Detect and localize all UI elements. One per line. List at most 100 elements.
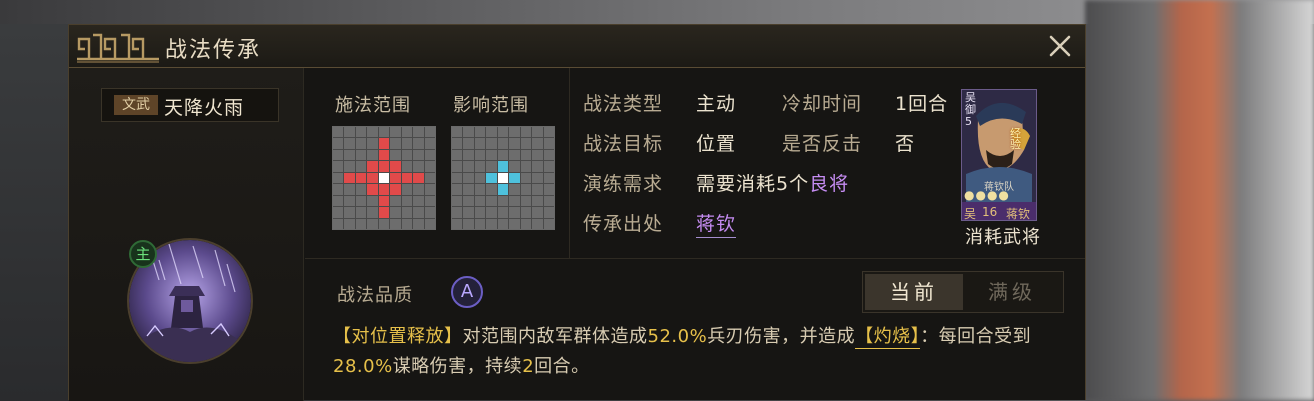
skill-summary-column: 文武 天降火雨 主 [69,68,304,401]
counterattack-value: 否 [895,133,916,155]
range-cell [509,218,520,229]
range-cell [497,218,509,229]
meander-ornament-icon [77,33,159,63]
section-divider [305,258,1085,259]
range-cell [486,207,497,218]
range-cell [401,138,413,149]
tab-current[interactable]: 当前 [865,274,963,310]
training-requirement-label: 演练需求 [583,173,664,195]
desc-duration: 2 [522,356,535,377]
range-cell [497,127,509,138]
range-cell [355,184,367,195]
skill-quality-badge: A [451,276,483,308]
desc-target-tag: 【对位置释放】 [333,326,463,347]
range-cell [486,161,497,172]
range-cell [474,184,486,195]
range-cell [413,218,424,229]
desc-burn-status[interactable]: 【灼烧】 [855,326,921,349]
desc-part4: 谋略伤害，持续 [392,356,523,377]
range-cell [333,207,344,218]
range-cell [509,207,520,218]
range-cell [497,184,509,195]
range-cell [333,172,344,184]
dialog-title: 战法传承 [165,38,262,63]
range-cell [474,218,486,229]
range-cell [344,161,355,172]
range-cell [378,218,390,229]
skill-target-value: 位置 [696,133,737,155]
range-cell [532,127,543,138]
range-cell [413,161,424,172]
range-cell [367,218,378,229]
range-cell [401,127,413,138]
inheritance-source-label: 传承出处 [583,213,664,235]
range-cell [452,138,463,149]
range-cell [520,207,532,218]
skill-type-tag: 文武 [114,95,158,115]
range-cell [378,138,390,149]
range-cell [474,207,486,218]
range-cell [463,138,474,149]
range-cell [424,207,435,218]
range-cell [509,184,520,195]
range-cell [413,138,424,149]
range-cell [424,218,435,229]
active-skill-badge: 主 [129,240,157,268]
range-cell [424,149,435,161]
tab-max-level[interactable]: 满级 [963,274,1061,310]
range-cell [401,149,413,161]
range-cell [474,127,486,138]
range-cell [543,195,554,207]
range-cell [463,218,474,229]
range-cell [497,161,509,172]
range-cell [355,149,367,161]
general-faction-top: 吴 御 5 [965,92,979,128]
range-cell [497,207,509,218]
range-cell [390,184,401,195]
range-cell [390,172,401,184]
skill-description: 【对位置释放】对范围内敌军群体造成52.0%兵刃伤害，并造成【灼烧】：每回合受到… [333,322,1073,382]
range-cell [463,184,474,195]
range-cell [344,195,355,207]
range-cell [390,195,401,207]
range-cell [543,218,554,229]
range-cell [463,172,474,184]
range-cell [401,207,413,218]
range-cell [463,161,474,172]
range-cell [367,149,378,161]
range-cell [413,207,424,218]
range-cell [543,184,554,195]
range-cell [509,172,520,184]
desc-burn-pct: 28.0% [333,356,393,377]
range-cell [452,172,463,184]
range-cell [486,127,497,138]
close-icon[interactable] [1045,31,1075,61]
desc-damage-pct: 52.0% [647,326,708,347]
range-cell [543,207,554,218]
range-cell [463,127,474,138]
range-cell [486,218,497,229]
consumed-general-card[interactable]: 吴 御 5 经验 蒋钦队 ●●●● 吴 16 蒋钦 [961,89,1037,221]
range-cell [378,161,390,172]
range-cell [355,195,367,207]
range-cell [413,184,424,195]
effect-range-label: 影响范围 [453,95,529,116]
range-cell [486,195,497,207]
range-cell [333,149,344,161]
counterattack-label: 是否反击 [782,133,863,155]
range-cell [344,127,355,138]
range-cell [355,172,367,184]
effect-range-grid [451,126,555,230]
range-cell [333,218,344,229]
range-cell [390,218,401,229]
training-requirement-value: 需要消耗5个良将 [696,169,849,196]
range-cell [486,184,497,195]
range-cell [413,172,424,184]
range-cell [497,195,509,207]
training-requirement-text: 需要消耗5个 [696,173,810,195]
range-cell [344,172,355,184]
inheritance-source-link[interactable]: 蒋钦 [696,209,737,238]
range-cell [378,195,390,207]
range-cell [532,172,543,184]
range-cell [474,138,486,149]
